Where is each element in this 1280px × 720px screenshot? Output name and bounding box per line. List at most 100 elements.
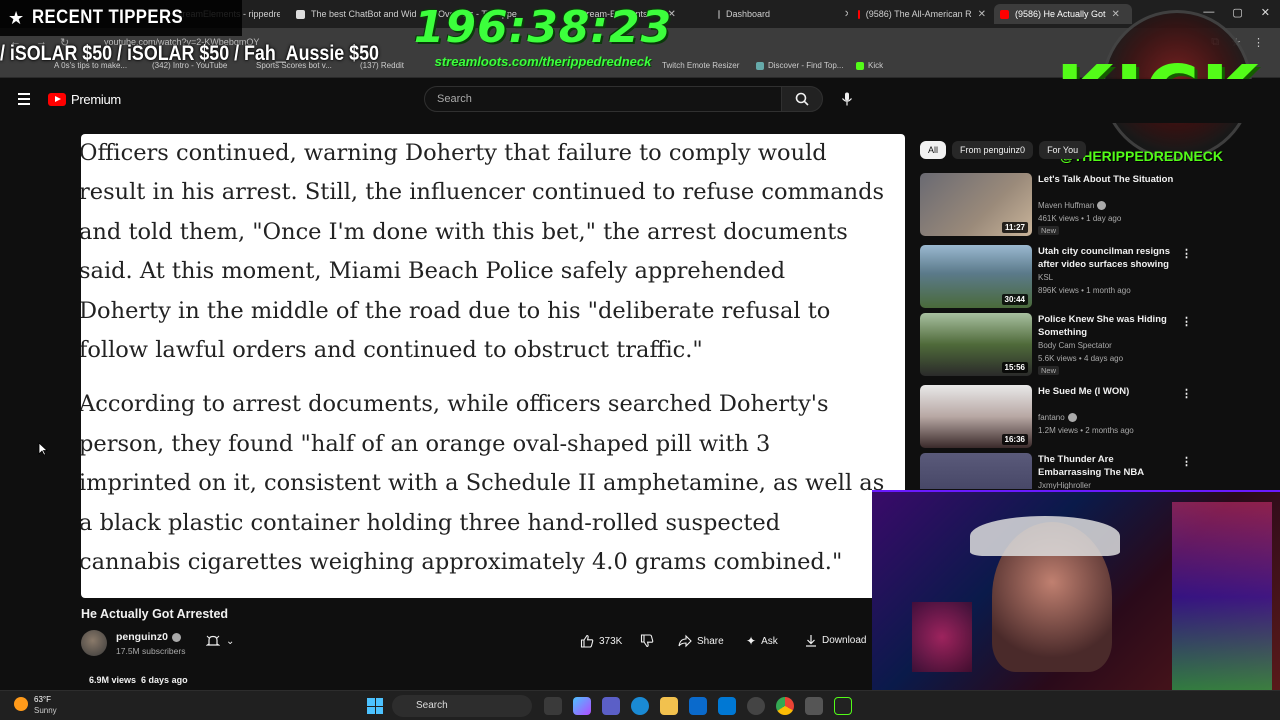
recommended-video[interactable]: 16:36 He Sued Me (I WON) fantano 1.2M vi… — [920, 385, 1192, 449]
article-line: imprinted on it, consistent with a Sched… — [81, 470, 885, 497]
file-explorer-icon[interactable] — [660, 697, 678, 715]
windows-start-icon[interactable] — [367, 698, 383, 714]
article-line: follow lawful orders and continued to ob… — [81, 337, 703, 364]
video-player[interactable]: Officers continued, warning Doherty that… — [81, 134, 905, 598]
video-stats: 6.9M views 6 days ago — [89, 675, 188, 685]
channel-name-link[interactable]: penguinz0 — [116, 631, 181, 643]
bookmark-item[interactable]: Discover - Find Top... — [756, 61, 843, 70]
download-button[interactable]: Download — [805, 634, 866, 647]
article-line: and told them, "Once I'm done with this … — [81, 218, 848, 245]
weather-sun-icon[interactable] — [14, 697, 28, 711]
recommended-title: Let's Talk About The Situation — [1038, 174, 1174, 185]
ask-button[interactable]: ✦ Ask — [746, 634, 778, 648]
weather-condition: Sunny — [34, 706, 57, 715]
subscriber-count: 17.5M subscribers — [116, 646, 186, 656]
close-icon[interactable]: ✕ — [978, 9, 986, 20]
streamloots-url: streamloots.com/therippedredneck — [434, 54, 652, 69]
chrome-icon[interactable] — [776, 697, 794, 715]
teams-icon[interactable] — [602, 697, 620, 715]
share-button[interactable]: Share — [678, 634, 724, 648]
more-options-icon[interactable]: ⋮ — [1181, 455, 1190, 468]
video-thumbnail[interactable]: 15:56 — [920, 313, 1032, 376]
recommended-video[interactable]: 30:44 Utah city councilman resigns after… — [920, 245, 1192, 309]
more-options-icon[interactable]: ⋮ — [1181, 247, 1192, 260]
kick-favicon-icon — [856, 61, 864, 70]
recommended-video[interactable]: The Thunder Are Embarrassing The NBA Jxm… — [920, 453, 1190, 489]
search-input[interactable]: Search — [424, 86, 782, 112]
chip-from-channel[interactable]: From penguinz0 — [952, 141, 1034, 159]
new-badge: New — [1038, 366, 1060, 375]
youtube-logo[interactable]: Premium — [48, 92, 121, 107]
more-options-icon[interactable]: ⋮ — [1181, 315, 1192, 328]
video-thumbnail[interactable]: 30:44 — [920, 245, 1032, 308]
youtube-favicon-icon — [858, 9, 860, 19]
tab-label: The best ChatBot and Wid — [311, 9, 417, 19]
video-thumbnail[interactable]: 11:27 — [920, 173, 1032, 236]
video-thumbnail[interactable] — [920, 453, 1032, 489]
browser-tab[interactable]: Dashboard ✕ — [718, 4, 848, 24]
browser-tab[interactable]: (9586) The All-American R ✕ — [858, 4, 986, 24]
article-line: According to arrest documents, while off… — [81, 391, 829, 418]
voice-search-button[interactable] — [834, 86, 860, 112]
task-view-icon[interactable] — [544, 697, 562, 715]
verified-icon — [171, 632, 181, 642]
upload-age: 6 days ago — [141, 675, 188, 685]
recommended-title: Police Knew She was Hiding Something — [1038, 314, 1167, 338]
new-badge: New — [1038, 226, 1060, 235]
outlook-icon[interactable] — [718, 697, 736, 715]
article-line: Doherty in the middle of the road due to… — [81, 297, 831, 324]
taskbar-apps — [544, 697, 852, 715]
chip-for-you[interactable]: For You — [1039, 141, 1087, 159]
thumbs-down-icon — [640, 634, 654, 648]
chip-all[interactable]: All — [920, 141, 947, 159]
recommended-meta: 461K views • 1 day ago — [1038, 214, 1122, 223]
search-button[interactable] — [781, 86, 823, 112]
bell-icon — [206, 635, 220, 646]
terminal-icon[interactable] — [834, 697, 852, 715]
youtube-masthead: Premium Search — [0, 79, 1280, 123]
article-paragraph: Officers continued, warning Doherty that… — [81, 134, 905, 370]
star-icon: ★ — [8, 7, 25, 28]
app-icon[interactable] — [805, 697, 823, 715]
verified-icon — [1067, 413, 1077, 422]
notification-bell-button[interactable]: ⌄ — [206, 634, 234, 648]
youtube-favicon-icon — [1000, 9, 1009, 19]
chevron-down-icon: ⌄ — [226, 635, 235, 647]
recommended-video[interactable]: 11:27 Let's Talk About The Situation Mav… — [920, 173, 1190, 237]
recommended-video[interactable]: 15:56 Police Knew She was Hiding Somethi… — [920, 313, 1192, 377]
menu-icon[interactable] — [18, 93, 30, 105]
share-label: Share — [697, 635, 724, 647]
edge-icon[interactable] — [631, 697, 649, 715]
article-line: said. At this moment, Miami Beach Police… — [81, 258, 786, 285]
channel-name: penguinz0 — [116, 631, 168, 643]
dislike-button[interactable] — [640, 634, 654, 648]
sparkle-icon: ✦ — [746, 634, 757, 648]
ask-label: Ask — [761, 635, 778, 647]
webcam-background-lights — [1172, 502, 1272, 692]
more-options-icon[interactable]: ⋮ — [1181, 387, 1192, 400]
recommended-channel: Body Cam Spectator — [1038, 341, 1112, 350]
thumbs-up-icon — [580, 634, 594, 648]
copilot-icon[interactable] — [573, 697, 591, 715]
streamer-webcam — [872, 490, 1280, 696]
video-duration: 30:44 — [1001, 294, 1028, 305]
tab-favicon-icon — [296, 9, 305, 19]
webcam-neon-light — [912, 602, 972, 672]
bookmark-item[interactable]: Kick — [856, 61, 883, 70]
recommended-channel: JxmyHighroller — [1038, 481, 1091, 489]
article-line: Officers continued, warning Doherty that… — [81, 140, 827, 166]
download-icon — [806, 635, 816, 647]
youtube-play-icon — [48, 93, 66, 106]
obs-icon[interactable] — [747, 697, 765, 715]
article-line: result in his arrest. Still, the influen… — [81, 179, 885, 206]
tab-label: Dashboard — [726, 9, 771, 19]
close-icon[interactable]: ✕ — [844, 9, 848, 20]
store-icon[interactable] — [689, 697, 707, 715]
video-thumbnail[interactable]: 16:36 — [920, 385, 1032, 448]
video-title: He Actually Got Arrested — [81, 607, 229, 621]
channel-avatar[interactable] — [81, 630, 107, 656]
taskbar-search[interactable]: Search — [392, 695, 532, 717]
video-duration: 11:27 — [1001, 222, 1028, 233]
like-button[interactable]: 373K — [580, 634, 622, 648]
weather-temperature: 63°F — [34, 695, 51, 704]
